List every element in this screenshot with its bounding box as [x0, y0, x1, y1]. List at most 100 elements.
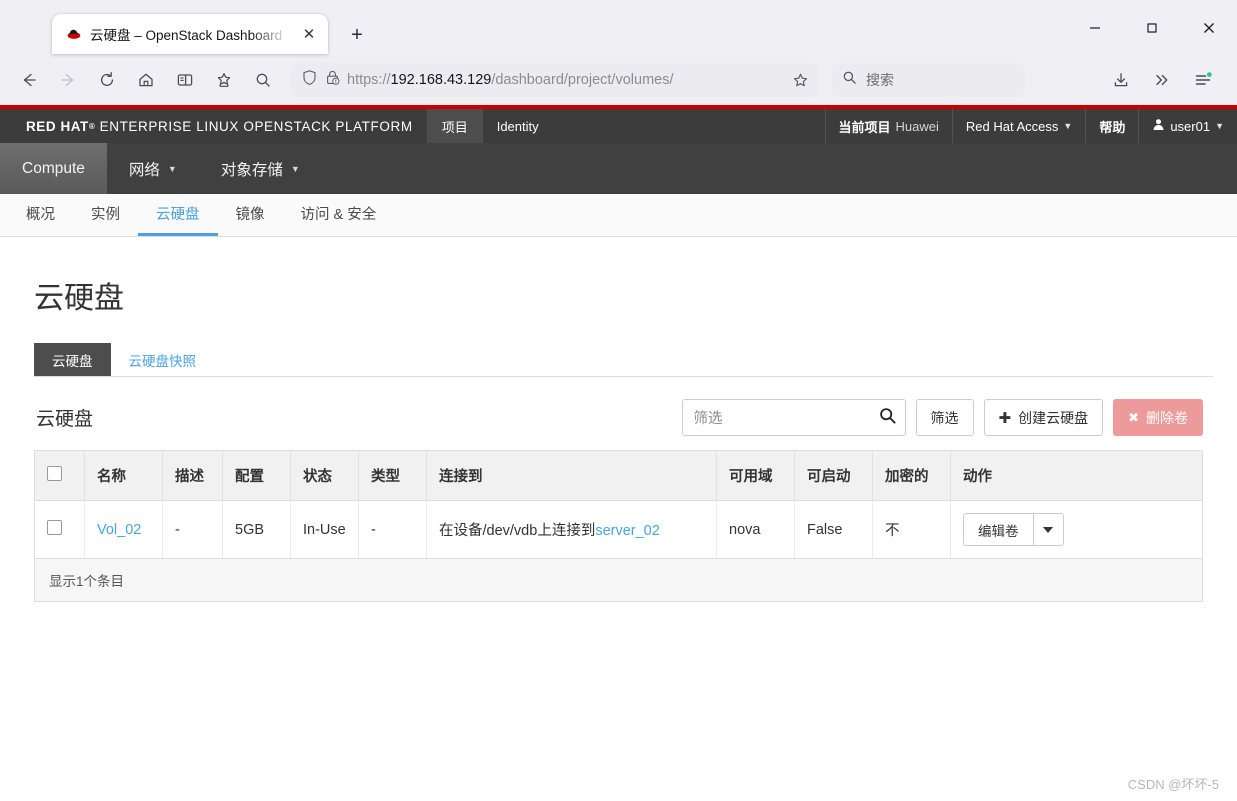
sidebar-icon[interactable] [168, 63, 202, 97]
search-icon [842, 70, 857, 90]
chevron-down-icon: ▼ [1063, 121, 1073, 131]
tab-title: 云硬盘 – OpenStack Dashboard [90, 28, 283, 43]
col-description[interactable]: 描述 [162, 450, 223, 501]
browser-search-box[interactable]: 搜索 [832, 63, 1025, 97]
download-icon[interactable] [1104, 63, 1138, 97]
filter-input[interactable]: 筛选 [681, 399, 906, 436]
nav-item-compute[interactable]: Compute [0, 143, 107, 194]
create-volume-button[interactable]: ✚ 创建云硬盘 [983, 399, 1104, 436]
header-tab-project[interactable]: 项目 [426, 109, 482, 143]
page-title: 云硬盘 [34, 282, 124, 315]
select-all-header[interactable] [34, 450, 85, 501]
table-head: 名称 描述 配置 状态 类型 连接到 可用域 可启动 加密的 动作 [34, 450, 1203, 501]
chevron-down-icon [1043, 526, 1053, 533]
bookmark-star-icon[interactable] [207, 63, 241, 97]
close-icon[interactable]: ✕ [298, 23, 320, 45]
row-checkbox[interactable] [47, 520, 62, 535]
content-tab-snapshots[interactable]: 云硬盘快照 [111, 343, 215, 376]
volumes-panel: 云硬盘 筛选 筛选 ✚ 创建云硬盘 ✖ 删除卷 名称 描述 配置 状态 类型 连… [34, 399, 1203, 602]
current-project-value: Huawei [895, 118, 939, 134]
home-icon[interactable] [129, 63, 163, 97]
lock-warning-icon[interactable] [324, 69, 341, 91]
cell-type: - [358, 500, 427, 559]
redhat-access-menu[interactable]: Red Hat Access ▼ [951, 109, 1085, 143]
secondary-nav: 概况 实例 云硬盘 镜像 访问 & 安全 [0, 194, 1237, 237]
filter-button-label: 筛选 [930, 409, 959, 426]
user-menu[interactable]: user01 ▼ [1138, 109, 1237, 143]
new-tab-button[interactable]: + [341, 19, 373, 51]
edit-volume-button[interactable]: 编辑卷 [963, 513, 1034, 546]
url-path: /dashboard/project/volumes/ [491, 72, 674, 88]
minimize-icon[interactable] [1066, 8, 1123, 48]
col-availability-zone[interactable]: 可用域 [716, 450, 795, 501]
col-attached-to[interactable]: 连接到 [426, 450, 717, 501]
search-icon[interactable] [878, 406, 897, 430]
window-close-icon[interactable] [1180, 8, 1237, 48]
reload-icon[interactable] [90, 63, 124, 97]
help-label: 帮助 [1099, 119, 1126, 135]
col-encrypted[interactable]: 加密的 [872, 450, 951, 501]
subtab-images[interactable]: 镜像 [218, 194, 283, 236]
nav-item-label: 网络 [128, 161, 160, 179]
forward-arrow-icon[interactable] [51, 63, 85, 97]
col-type[interactable]: 类型 [358, 450, 427, 501]
cell-availability-zone: nova [716, 500, 795, 559]
watermark: CSDN @坏坏-5 [1127, 777, 1219, 792]
nav-item-network[interactable]: 网络 ▼ [107, 143, 199, 194]
panel-toolbar: 筛选 筛选 ✚ 创建云硬盘 ✖ 删除卷 [681, 399, 1203, 436]
filter-button[interactable]: 筛选 [915, 399, 974, 436]
volume-name-link[interactable]: Vol_02 [97, 522, 141, 538]
attached-instance-link[interactable]: server_02 [595, 523, 659, 539]
col-size[interactable]: 配置 [222, 450, 291, 501]
tab-strip: 云硬盘 – OpenStack Dashboard ✕ + [0, 0, 1237, 55]
chevron-down-icon: ▼ [290, 163, 300, 174]
nav-item-object-storage[interactable]: 对象存储 ▼ [199, 143, 322, 194]
subtab-overview[interactable]: 概况 [8, 194, 73, 236]
cell-encrypted: 不 [872, 500, 951, 559]
nav-item-label: Compute [22, 159, 85, 177]
toolbar-right [1104, 63, 1225, 97]
browser-tab[interactable]: 云硬盘 – OpenStack Dashboard ✕ [52, 14, 328, 54]
plus-icon: ✚ [998, 409, 1012, 427]
header-tab-identity[interactable]: Identity [481, 109, 553, 143]
select-all-checkbox[interactable] [47, 466, 62, 481]
hamburger-icon[interactable] [1186, 63, 1220, 97]
row-actions-dropdown-toggle[interactable] [1033, 513, 1064, 546]
row-select-cell[interactable] [34, 500, 85, 559]
col-bootable[interactable]: 可启动 [794, 450, 873, 501]
current-project-label: 当前项目 [838, 119, 891, 135]
window-controls [1066, 0, 1237, 55]
subtab-volumes[interactable]: 云硬盘 [138, 194, 218, 236]
star-icon[interactable] [787, 67, 813, 93]
brand-registered: ® [88, 121, 96, 131]
url-scheme: https:// [347, 72, 391, 88]
user-icon [1152, 118, 1165, 134]
openstack-header: RED HAT ® ENTERPRISE LINUX OPENSTACK PLAT… [0, 109, 1237, 143]
col-status[interactable]: 状态 [290, 450, 359, 501]
current-project[interactable]: 当前项目 Huawei [824, 109, 952, 143]
content-tab-volumes[interactable]: 云硬盘 [34, 343, 111, 376]
delete-volumes-label: 删除卷 [1146, 409, 1188, 426]
cross-icon: ✖ [1128, 409, 1139, 425]
delete-volumes-button[interactable]: ✖ 删除卷 [1113, 399, 1203, 436]
shield-icon[interactable] [301, 69, 318, 91]
redhat-favicon [66, 26, 82, 42]
user-label: user01 [1170, 118, 1211, 134]
nav-item-label: 对象存储 [220, 161, 283, 179]
row-actions-group: 编辑卷 [963, 513, 1064, 546]
create-volume-label: 创建云硬盘 [1018, 409, 1089, 426]
subtab-access-security[interactable]: 访问 & 安全 [283, 194, 395, 236]
cell-name: Vol_02 [84, 500, 163, 559]
double-chevron-icon[interactable] [1145, 63, 1179, 97]
url-text[interactable]: https://192.168.43.129/dashboard/project… [347, 72, 781, 88]
back-arrow-icon[interactable] [12, 63, 46, 97]
volumes-table: 名称 描述 配置 状态 类型 连接到 可用域 可启动 加密的 动作 Vol_02… [34, 450, 1203, 559]
subtab-instances[interactable]: 实例 [73, 194, 138, 236]
col-name[interactable]: 名称 [84, 450, 163, 501]
url-bar[interactable]: https://192.168.43.129/dashboard/project… [291, 63, 819, 97]
maximize-icon[interactable] [1123, 8, 1180, 48]
panel-header: 云硬盘 筛选 筛选 ✚ 创建云硬盘 ✖ 删除卷 [34, 399, 1203, 450]
help-link[interactable]: 帮助 [1085, 109, 1138, 143]
cell-size: 5GB [222, 500, 291, 559]
find-icon[interactable] [246, 63, 280, 97]
